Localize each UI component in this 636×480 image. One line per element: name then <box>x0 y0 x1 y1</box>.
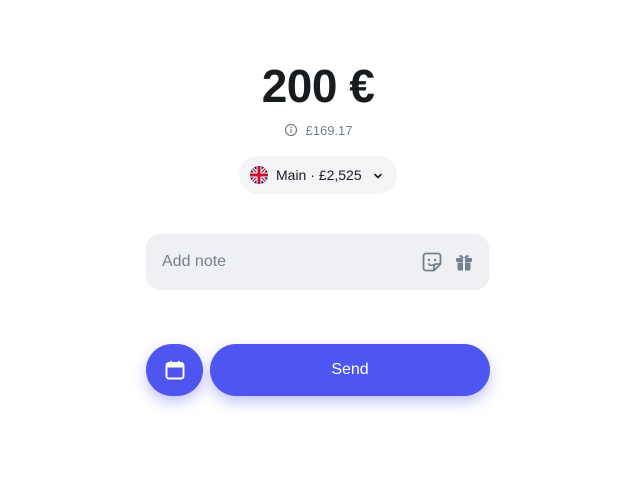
converted-amount: £169.17 <box>305 122 353 138</box>
note-input[interactable] <box>162 253 421 271</box>
gift-icon[interactable] <box>453 251 475 273</box>
transfer-amount[interactable]: 200 € <box>0 58 636 114</box>
chevron-down-icon <box>372 169 384 181</box>
calendar-icon <box>164 359 186 381</box>
transfer-screen: 200 € £169.17 Main · £2,525 Add note Sen… <box>0 0 636 480</box>
schedule-button[interactable] <box>146 344 203 396</box>
account-selector[interactable]: Main · £2,525 <box>239 156 397 194</box>
converted-amount-row: £169.17 <box>0 121 636 139</box>
note-icons <box>421 251 475 273</box>
note-field[interactable] <box>146 234 489 290</box>
account-label: Main · £2,525 <box>276 167 362 183</box>
sticker-icon[interactable] <box>421 251 443 273</box>
info-icon[interactable] <box>284 123 298 137</box>
uk-flag-icon <box>250 166 268 184</box>
send-button[interactable]: Send <box>210 344 490 396</box>
